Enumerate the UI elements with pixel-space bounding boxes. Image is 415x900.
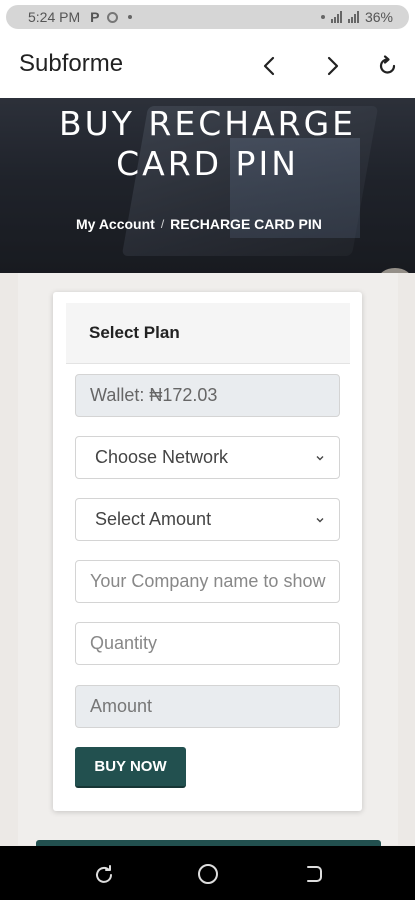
wallet-field: Wallet: ₦172.03 xyxy=(75,374,340,417)
amount-select-value: Select Amount xyxy=(95,509,212,529)
breadcrumb: My Account / RECHARGE CARD PIN xyxy=(76,216,322,232)
hero-title-line1: BUY RECHARGE xyxy=(58,104,356,143)
card-header: Select Plan xyxy=(66,303,350,364)
amount-field: Amount xyxy=(75,685,340,728)
amount-select[interactable]: Select Amount xyxy=(75,498,340,541)
chevron-down-icon xyxy=(316,455,324,460)
wallet-value: Wallet: ₦172.03 xyxy=(90,385,218,405)
signal-icon-2 xyxy=(347,11,359,23)
company-name-placeholder: Your Company name to show xyxy=(90,571,326,591)
amount-placeholder: Amount xyxy=(90,696,153,716)
app-bar: Subforme xyxy=(0,36,415,98)
network-select[interactable]: Choose Network xyxy=(75,436,340,479)
quantity-input[interactable]: Quantity xyxy=(75,622,340,665)
back-icon[interactable] xyxy=(301,862,325,886)
card-title: Select Plan xyxy=(89,323,180,342)
recents-icon[interactable] xyxy=(92,862,116,886)
dot-icon xyxy=(128,15,133,19)
refresh-icon xyxy=(379,55,396,74)
hero-title-line2: CARD PIN xyxy=(116,144,299,183)
status-right: 36% xyxy=(311,9,399,25)
home-icon[interactable] xyxy=(196,862,220,886)
system-nav-bar xyxy=(0,846,415,900)
hero-title: BUY RECHARGE CARD PIN xyxy=(0,104,415,184)
breadcrumb-separator: / xyxy=(160,217,165,231)
notification-dot-icon xyxy=(320,15,325,19)
status-pill: 5:24 PM P 36% xyxy=(6,5,409,29)
p-icon: P xyxy=(90,9,100,25)
breadcrumb-home[interactable]: My Account xyxy=(76,216,155,232)
forward-arrow-button[interactable] xyxy=(314,48,350,84)
breadcrumb-current: RECHARGE CARD PIN xyxy=(170,216,322,232)
buy-now-button[interactable]: BUY NOW xyxy=(75,747,186,788)
battery-text: 36% xyxy=(364,9,393,25)
company-name-input[interactable]: Your Company name to show xyxy=(75,560,340,603)
chevron-down-icon xyxy=(316,517,324,522)
plan-card: Select Plan Wallet: ₦172.03 Choose Netwo… xyxy=(53,292,362,811)
network-select-value: Choose Network xyxy=(95,447,229,467)
forward-arrow-icon xyxy=(327,56,339,76)
back-arrow-button[interactable] xyxy=(252,48,288,84)
refresh-button[interactable] xyxy=(370,48,406,84)
app-title: Subforme xyxy=(19,50,124,77)
status-bar: 5:24 PM P 36% xyxy=(0,0,415,36)
quantity-placeholder: Quantity xyxy=(90,633,158,653)
hero-banner: BUY RECHARGE CARD PIN My Account / RECHA… xyxy=(0,98,415,273)
whatsapp-icon xyxy=(107,11,119,23)
signal-icon xyxy=(330,11,342,23)
back-arrow-icon xyxy=(263,56,275,76)
status-time: 5:24 PM xyxy=(28,9,81,25)
